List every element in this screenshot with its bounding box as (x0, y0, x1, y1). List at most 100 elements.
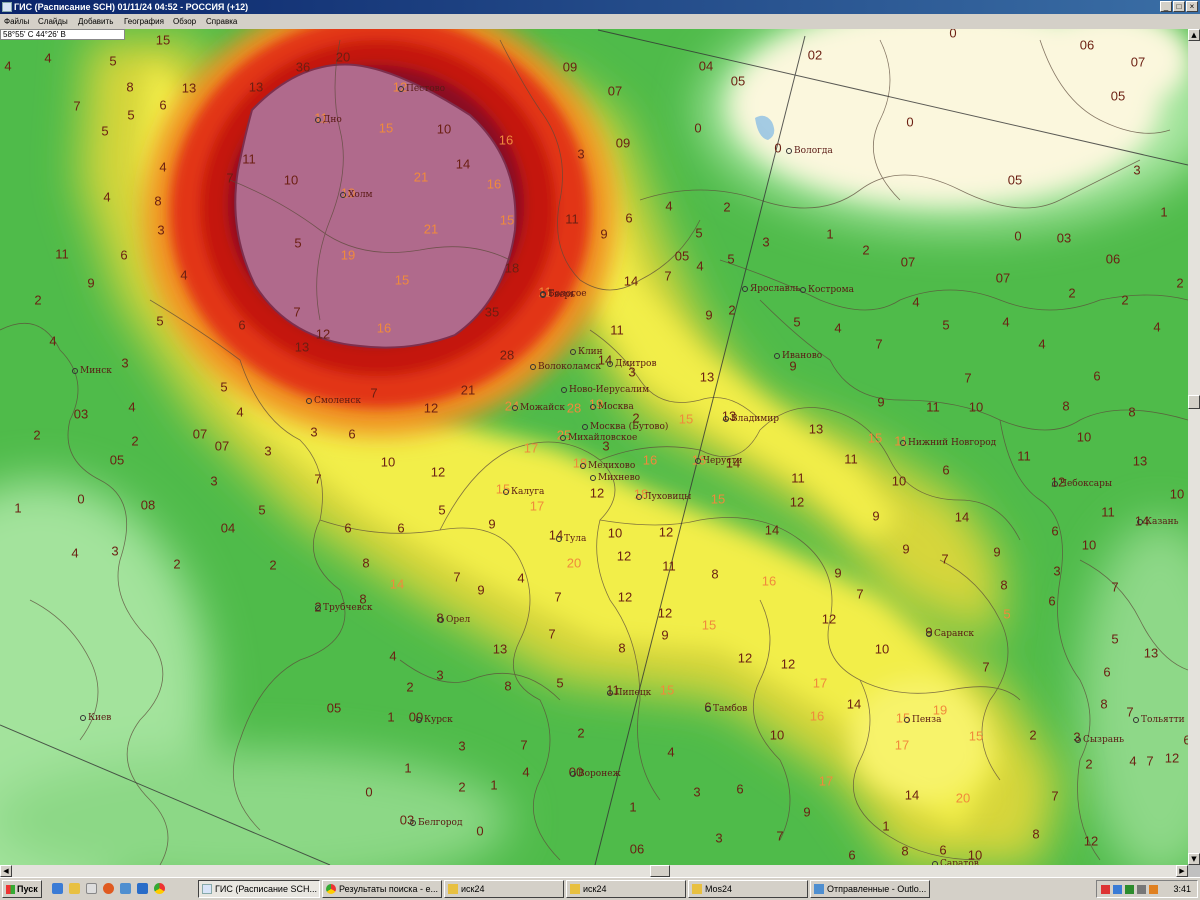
map-value-label: 11 (844, 451, 858, 467)
window-titlebar[interactable]: ГИС (Расписание SCH) 01/11/24 04:52 - РО… (0, 0, 1200, 14)
map-value-label: 12 (789, 494, 805, 510)
map-value-label: 21 (423, 221, 439, 237)
map-value-label: 1 (882, 818, 890, 834)
map-value-label: 17 (812, 675, 828, 691)
map-value-label: 4 (912, 294, 920, 310)
task-folder-1[interactable]: иск24 (444, 880, 564, 898)
task-label: Отправленные - Outlo... (827, 884, 927, 894)
map-value-label: 6 (1093, 368, 1101, 384)
menu-item-slides[interactable]: Слайды (38, 14, 68, 29)
map-value-label: 16 (642, 452, 658, 468)
map-value-label: 4 (236, 404, 244, 420)
speaker-icon[interactable] (1137, 885, 1146, 894)
map-value-label: 15 (394, 272, 410, 288)
map-value-label: 0 (949, 29, 957, 41)
menu-item-view[interactable]: Обзор (173, 14, 196, 29)
task-gis[interactable]: ГИС (Расписание SCH... (198, 880, 320, 898)
minimize-icon[interactable]: _ (1160, 1, 1172, 12)
vertical-scrollbar[interactable]: ▲ ▼ (1188, 29, 1200, 865)
close-icon[interactable]: × (1186, 1, 1198, 12)
menu-item-geography[interactable]: География (124, 14, 164, 29)
horizontal-scroll-thumb[interactable] (650, 865, 670, 877)
map-value-label: 5 (294, 235, 302, 251)
scroll-right-icon[interactable]: ▶ (1176, 865, 1188, 877)
city-label: Смоленск (306, 396, 361, 406)
map-value-label: 07 (607, 83, 623, 99)
security-icon[interactable] (1125, 885, 1134, 894)
task-folder-2[interactable]: иск24 (566, 880, 686, 898)
map-value-label: 3 (762, 234, 770, 250)
update-icon[interactable] (1149, 885, 1158, 894)
map-value-label: 15 (710, 491, 726, 507)
vertical-scroll-thumb[interactable] (1188, 395, 1200, 409)
map-value-label: 36 (295, 59, 311, 75)
network-icon[interactable] (1113, 885, 1122, 894)
menu-item-files[interactable]: Файлы (4, 14, 29, 29)
window-title: ГИС (Расписание SCH) 01/11/24 04:52 - РО… (14, 2, 249, 12)
folder-icon[interactable] (69, 883, 80, 894)
city-label: Казань (1137, 517, 1179, 527)
start-button[interactable]: Пуск (2, 880, 42, 898)
system-tray: 3:41 (1096, 880, 1198, 898)
map-value-label: 8 (1062, 398, 1070, 414)
map-value-label: 05 (1110, 88, 1126, 104)
start-flag-icon (6, 885, 15, 894)
menu-bar: Файлы Слайды Добавить География Обзор Сп… (0, 14, 1200, 29)
city-label: Калуга (503, 487, 544, 497)
city-label: Михнево (590, 473, 640, 483)
city-label: Воронеж (570, 769, 621, 779)
map-value-label: 4 (1038, 336, 1046, 352)
city-label: Сызрань (1075, 735, 1124, 745)
task-label: иск24 (583, 884, 607, 894)
scroll-down-icon[interactable]: ▼ (1188, 853, 1200, 865)
map-value-label: 13 (492, 641, 508, 657)
tray-app-icon[interactable] (1101, 885, 1110, 894)
city-label: Черусти (695, 456, 742, 466)
scroll-left-icon[interactable]: ◀ (0, 865, 12, 877)
outlook-icon[interactable] (120, 883, 131, 894)
map-value-label: 8 (1128, 404, 1136, 420)
map-value-label: 15 (701, 617, 717, 633)
gis-icon (202, 884, 212, 894)
task-folder-3[interactable]: Mos24 (688, 880, 808, 898)
map-value-label: 20 (335, 49, 351, 65)
city-label: Ново-Иерусалим (561, 385, 649, 395)
map-value-label: 4 (665, 198, 673, 214)
task-outlook[interactable]: Отправленные - Outlo... (810, 880, 930, 898)
task-label: ГИС (Расписание SCH... (215, 884, 317, 894)
task-search-results[interactable]: Результаты поиска - е... (322, 880, 442, 898)
map-value-label: 7 (226, 170, 234, 186)
city-label: Белгород (410, 818, 463, 828)
map-value-label: 11 (565, 211, 579, 227)
map-value-label: 5 (127, 107, 135, 123)
map-value-label: 6 (1051, 523, 1059, 539)
map-value-label: 16 (486, 176, 502, 192)
map-canvas[interactable]: 15 4 4 5 36 20 09 04 02 0 06 07 8 13 13 12 05 07 05 7 5 6 5 11 1… (0, 29, 1188, 865)
ie-icon[interactable] (137, 883, 148, 894)
scroll-up-icon[interactable]: ▲ (1188, 29, 1200, 41)
document-icon[interactable] (86, 883, 97, 894)
map-value-label: 12 (617, 589, 633, 605)
map-value-label: 1 (387, 709, 395, 725)
map-value-label: 14 (623, 273, 639, 289)
map-value-label: 07 (900, 254, 916, 270)
maximize-icon[interactable]: □ (1173, 1, 1185, 12)
chrome-icon[interactable] (154, 883, 165, 894)
map-value-label: 15 (968, 728, 984, 744)
firefox-icon[interactable] (103, 883, 114, 894)
menu-item-help[interactable]: Справка (206, 14, 237, 29)
horizontal-scrollbar[interactable]: ◀ ▶ (0, 865, 1188, 877)
map-value-label: 06 (629, 841, 645, 857)
menu-item-add[interactable]: Добавить (78, 14, 113, 29)
show-desktop-icon[interactable] (52, 883, 63, 894)
map-value-label: 2 (406, 679, 414, 695)
city-label: Волоколамск (530, 362, 601, 372)
map-value-label: 3 (111, 543, 119, 559)
map-value-label: 9 (834, 565, 842, 581)
map-value-label: 8 (901, 843, 909, 859)
city-label: Киев (80, 713, 111, 723)
map-value-label: 6 (939, 842, 947, 858)
map-value-label: 11 (662, 558, 676, 574)
map-value-label: 5 (220, 379, 228, 395)
map-value-label: 6 (238, 317, 246, 333)
